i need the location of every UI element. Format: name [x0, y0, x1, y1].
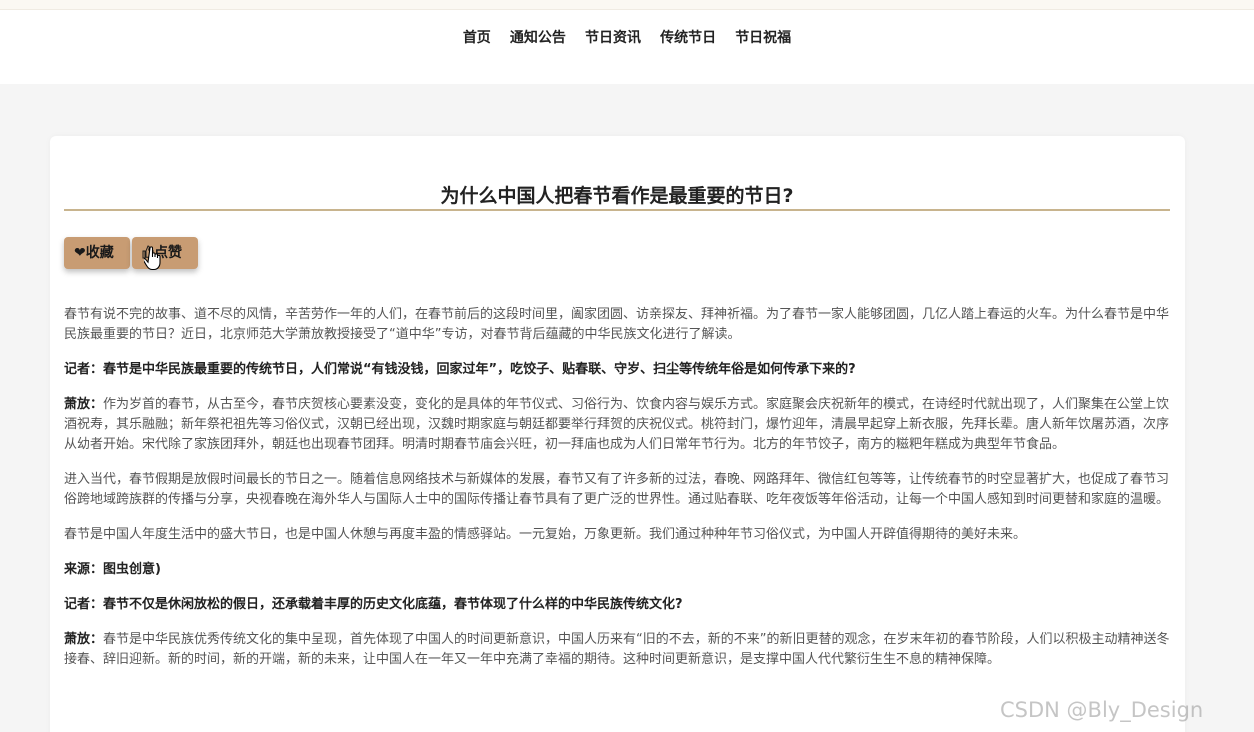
nav-item-festival-news[interactable]: 节日资讯: [585, 27, 641, 47]
watermark: CSDN @Bly_Design: [1000, 698, 1204, 722]
favorite-button[interactable]: ❤收藏: [64, 237, 130, 269]
top-strip: [0, 0, 1254, 10]
answer-text-1: 作为岁首的春节，从古至今，春节庆贺核心要素没变，变化的是具体的年节仪式、习俗行为…: [64, 397, 1170, 452]
speaker-label: 萧放：: [64, 632, 104, 647]
nav-item-festival-greetings[interactable]: 节日祝福: [735, 27, 791, 47]
main-nav: 首页 通知公告 节日资讯 传统节日 节日祝福: [0, 27, 1254, 47]
header-bar: [0, 10, 1254, 84]
speaker-label: 萧放：: [64, 397, 104, 412]
image-source: 来源：图虫创意): [64, 562, 161, 577]
reporter-question-1: 记者：春节是中华民族最重要的传统节日，人们常说“有钱没钱，回家过年”，吃饺子、贴…: [64, 362, 856, 377]
article-paragraph-summary: 春节是中国人年度生活中的盛大节日，也是中国人休憩与再度丰盈的情感驿站。一元复始，…: [64, 527, 1027, 542]
nav-item-traditional-festivals[interactable]: 传统节日: [660, 27, 716, 47]
nav-item-home[interactable]: 首页: [463, 27, 491, 47]
article-body: 春节有说不完的故事、道不尽的风情，辛苦劳作一年的人们，在春节前后的这段时间里，阖…: [64, 305, 1170, 685]
title-divider: [64, 209, 1170, 211]
answer-paragraph-1: 萧放：作为岁首的春节，从古至今，春节庆贺核心要素没变，变化的是具体的年节仪式、习…: [64, 395, 1170, 455]
favorite-label: 收藏: [85, 245, 114, 261]
reporter-question-2: 记者：春节不仅是休闲放松的假日，还承载着丰厚的历史文化底蕴，春节体现了什么样的中…: [64, 597, 683, 612]
hand-cursor-icon: [144, 246, 161, 271]
heart-icon: ❤: [74, 245, 86, 261]
article-paragraph-intro: 春节有说不完的故事、道不尽的风情，辛苦劳作一年的人们，在春节前后的这段时间里，阖…: [64, 307, 1170, 342]
article-paragraph-modern: 进入当代，春节假期是放假时间最长的节日之一。随着信息网络技术与新媒体的发展，春节…: [64, 472, 1170, 507]
nav-item-notices[interactable]: 通知公告: [510, 27, 566, 47]
answer-text-2: 春节是中华民族优秀传统文化的集中呈现，首先体现了中国人的时间更新意识，中国人历来…: [64, 632, 1170, 667]
answer-paragraph-2: 萧放：春节是中华民族优秀传统文化的集中呈现，首先体现了中国人的时间更新意识，中国…: [64, 630, 1170, 670]
article-title: 为什么中国人把春节看作是最重要的节日?: [440, 185, 794, 207]
